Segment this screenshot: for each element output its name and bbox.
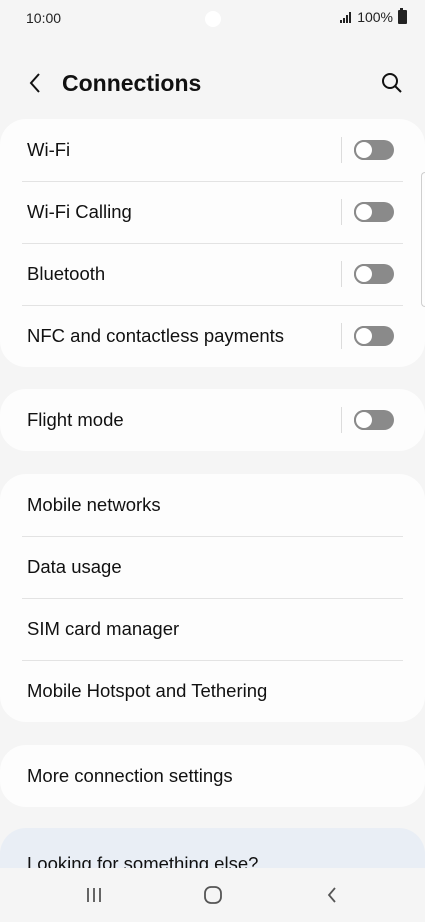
signal-icon (340, 11, 352, 23)
setting-label: Wi-Fi (27, 139, 71, 160)
battery-percent: 100% (357, 9, 393, 25)
search-button[interactable] (377, 68, 407, 98)
status-bar: 10:00 100% (0, 0, 425, 38)
home-button[interactable] (193, 880, 233, 910)
setting-label: Flight mode (27, 409, 124, 430)
front-camera (205, 11, 221, 27)
chevron-left-icon (327, 887, 336, 903)
divider (341, 199, 342, 225)
setting-row-wifi-calling[interactable]: Wi-Fi Calling (0, 181, 425, 243)
status-time: 10:00 (26, 10, 62, 26)
back-button[interactable] (20, 68, 50, 98)
home-icon (204, 886, 222, 904)
setting-label: Data usage (27, 556, 122, 577)
chevron-left-icon (29, 73, 40, 93)
bluetooth-toggle[interactable] (354, 264, 394, 284)
flight-mode-card: Flight mode (0, 389, 425, 451)
battery-icon (398, 8, 407, 24)
navigation-bar (0, 868, 425, 922)
network-card: Mobile networks Data usage SIM card mana… (0, 474, 425, 722)
page-title: Connections (62, 70, 202, 96)
setting-label: Mobile Hotspot and Tethering (27, 680, 268, 701)
scroll-indicator (421, 172, 425, 307)
toggle-knob (354, 326, 374, 346)
setting-row-mobile-networks[interactable]: Mobile networks (0, 474, 425, 536)
setting-label: Mobile networks (27, 494, 161, 515)
divider (341, 137, 342, 163)
toggle-knob (354, 140, 374, 160)
recent-apps-button[interactable] (74, 880, 114, 910)
more-settings-card: More connection settings (0, 745, 425, 807)
setting-row-more-connection-settings[interactable]: More connection settings (0, 745, 425, 807)
setting-row-hotspot[interactable]: Mobile Hotspot and Tethering (0, 660, 425, 722)
toggle-knob (354, 410, 374, 430)
status-indicators: 100% (340, 8, 407, 25)
divider (341, 261, 342, 287)
divider (341, 323, 342, 349)
flight-mode-toggle[interactable] (354, 410, 394, 430)
app-header: Connections (0, 60, 425, 106)
back-nav-button[interactable] (312, 880, 352, 910)
setting-row-wifi[interactable]: Wi-Fi (0, 119, 425, 181)
setting-row-bluetooth[interactable]: Bluetooth (0, 243, 425, 305)
setting-row-flight-mode[interactable]: Flight mode (0, 389, 425, 451)
toggle-knob (354, 202, 374, 222)
setting-row-nfc[interactable]: NFC and contactless payments (0, 305, 425, 367)
toggle-knob (354, 264, 374, 284)
setting-label: Bluetooth (27, 263, 106, 284)
nfc-toggle[interactable] (354, 326, 394, 346)
setting-row-data-usage[interactable]: Data usage (0, 536, 425, 598)
setting-row-sim-card-manager[interactable]: SIM card manager (0, 598, 425, 660)
search-icon (382, 73, 402, 93)
wifi-toggle[interactable] (354, 140, 394, 160)
setting-label: More connection settings (27, 765, 233, 786)
recent-apps-icon (87, 888, 101, 902)
setting-label: NFC and contactless payments (27, 325, 285, 346)
setting-label: SIM card manager (27, 618, 180, 639)
connections-card: Wi-Fi Wi-Fi Calling Bluetooth NFC and co… (0, 119, 425, 367)
divider (341, 407, 342, 433)
wifi-calling-toggle[interactable] (354, 202, 394, 222)
setting-label: Wi-Fi Calling (27, 201, 132, 222)
